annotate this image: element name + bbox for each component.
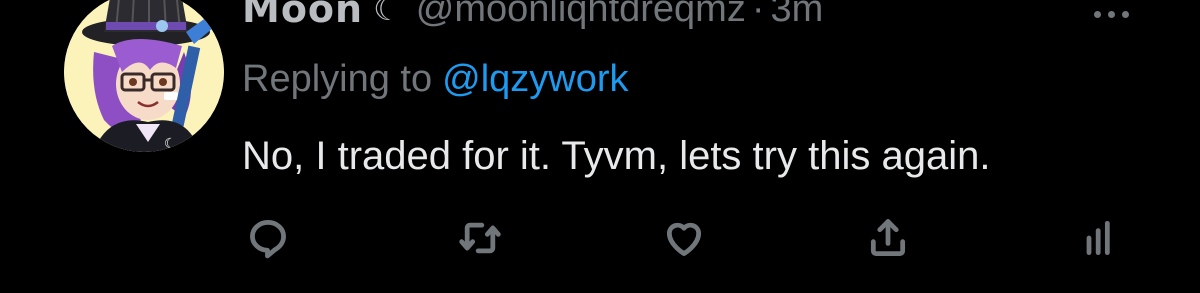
svg-text:☾: ☾ (164, 136, 177, 152)
reply-button[interactable] (240, 210, 296, 266)
retweet-icon (459, 222, 501, 254)
more-options-icon[interactable] (1094, 4, 1138, 24)
avatar[interactable]: ☾ (64, 0, 224, 152)
reply-mention-link[interactable]: @lqzywork (442, 58, 628, 100)
heart-icon (666, 222, 702, 256)
share-button[interactable] (860, 210, 916, 266)
analytics-icon (1086, 220, 1110, 256)
tweet-actions (0, 210, 1200, 266)
share-icon (870, 219, 906, 256)
tweet-text: No, I traded for it. Tyvm, lets try this… (242, 134, 991, 178)
reply-icon (250, 220, 286, 259)
retweet-button[interactable] (452, 210, 508, 266)
display-name[interactable]: Moon (242, 0, 363, 31)
user-handle[interactable]: @moonliqhtdreqmz (416, 0, 746, 31)
like-button[interactable] (656, 210, 712, 266)
analytics-button[interactable] (1072, 210, 1128, 266)
tweet-header: Moon ☾ @moonliqhtdreqmz · 3m (242, 0, 823, 32)
replying-to-label: Replying to (242, 58, 433, 100)
moon-emoji-icon: ☾ (373, 0, 402, 27)
separator-dot: · (751, 0, 765, 30)
tweet[interactable]: ☾ Moon ☾ @moonliqhtdreqmz · 3m Replying … (0, 0, 1200, 293)
timestamp[interactable]: 3m (771, 0, 824, 31)
replying-to-line: Replying to @lqzywork (242, 58, 629, 101)
